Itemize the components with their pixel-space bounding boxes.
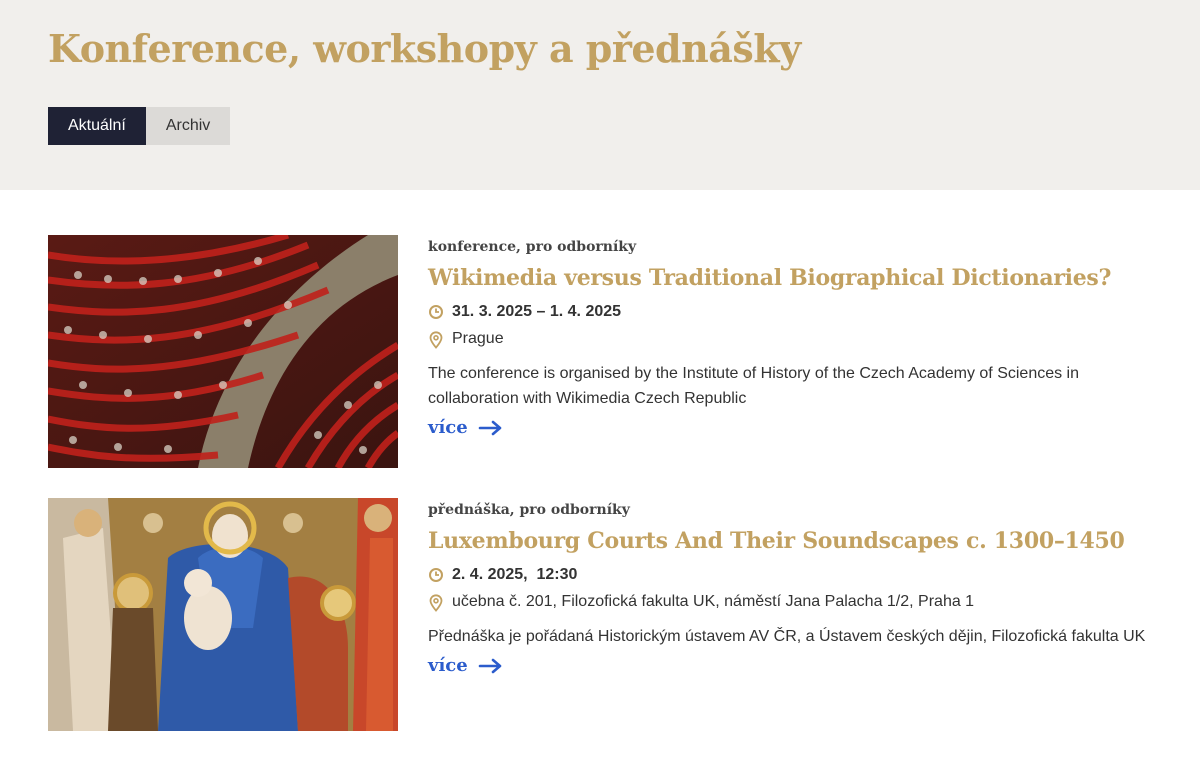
more-link[interactable]: více: [428, 417, 504, 438]
clock-icon: [428, 304, 444, 320]
map-pin-icon: [428, 331, 444, 349]
event-date: 2. 4. 2025, 12:30: [452, 566, 578, 583]
event-place: učebna č. 201, Filozofická fakulta UK, n…: [452, 593, 975, 610]
page-header: Konference, workshopy a přednášky Aktuál…: [0, 0, 1200, 190]
event-place-row: učebna č. 201, Filozofická fakulta UK, n…: [428, 593, 1158, 612]
event-place: Prague: [452, 330, 504, 347]
event-date-row: 2. 4. 2025, 12:30: [428, 566, 1158, 584]
event-title[interactable]: Luxembourg Courts And Their Soundscapes …: [428, 528, 1158, 554]
event-item: přednáška, pro odborníky Luxembourg Cour…: [48, 498, 1158, 731]
event-description: The conference is organised by the Insti…: [428, 365, 1080, 407]
arrow-right-icon: [478, 658, 502, 673]
event-tags: přednáška, pro odborníky: [428, 502, 630, 518]
page-title: Konference, workshopy a přednášky: [48, 26, 801, 71]
clock-icon: [428, 567, 444, 583]
event-date-row: 31. 3. 2025 – 1. 4. 2025: [428, 303, 1158, 321]
event-item: konference, pro odborníky Wikimedia vers…: [48, 235, 1158, 468]
event-tags: konference, pro odborníky: [428, 239, 637, 255]
event-place-row: Prague: [428, 330, 1158, 349]
more-link-label: více: [428, 655, 468, 676]
event-image-painting[interactable]: [48, 498, 398, 731]
more-link[interactable]: více: [428, 655, 504, 676]
event-content: přednáška, pro odborníky Luxembourg Cour…: [428, 498, 1158, 676]
event-description: Přednáška je pořádaná Historickým ústave…: [428, 628, 1146, 645]
event-date: 31. 3. 2025 – 1. 4. 2025: [452, 303, 622, 320]
map-pin-icon: [428, 594, 444, 612]
filter-tabs: Aktuální Archiv: [48, 107, 231, 145]
event-title[interactable]: Wikimedia versus Traditional Biographica…: [428, 265, 1158, 291]
event-image-auditorium[interactable]: [48, 235, 398, 468]
event-list: konference, pro odborníky Wikimedia vers…: [48, 235, 1158, 761]
tab-current[interactable]: Aktuální: [48, 107, 146, 145]
event-content: konference, pro odborníky Wikimedia vers…: [428, 235, 1158, 438]
more-link-label: více: [428, 417, 468, 438]
arrow-right-icon: [478, 420, 502, 435]
tab-archive[interactable]: Archiv: [145, 107, 231, 145]
